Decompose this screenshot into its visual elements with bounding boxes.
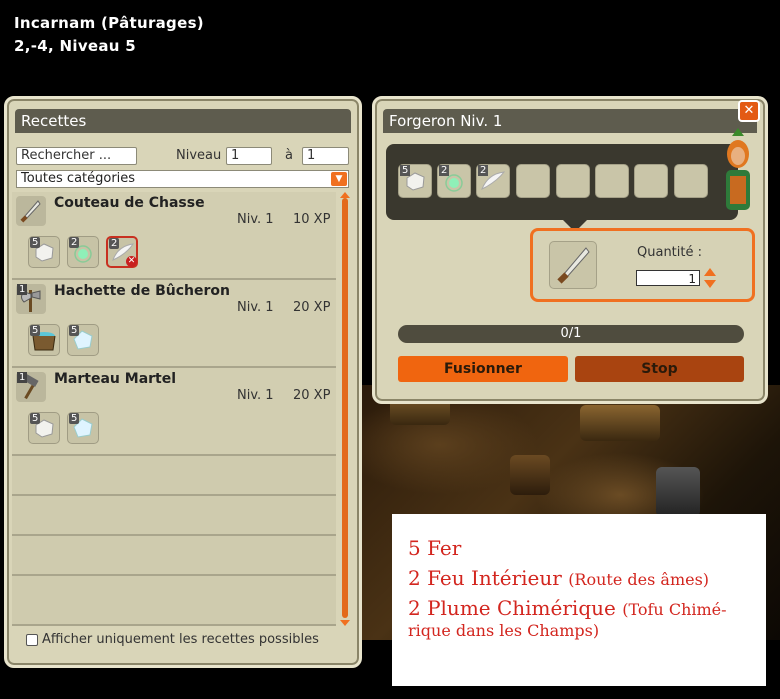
- ingredient-slot[interactable]: 5: [67, 324, 99, 356]
- craft-slot-empty[interactable]: [556, 164, 590, 198]
- recipe-xp: 10 XP: [293, 212, 331, 227]
- chevron-down-icon[interactable]: ▼: [331, 172, 347, 186]
- recipe-name: Marteau Martel: [54, 371, 177, 387]
- recipe-level: Niv. 1: [237, 300, 274, 315]
- scrollbar-thumb[interactable]: [342, 198, 348, 618]
- recipe-xp: 20 XP: [293, 300, 331, 315]
- recipes-title: Recettes: [15, 109, 351, 133]
- level-to-label: à: [285, 148, 293, 163]
- ingredient-qty: 2: [109, 238, 120, 249]
- recipe-item[interactable]: 1 Marteau Martel Niv. 1 20 XP 5 5: [12, 368, 336, 456]
- dagger-icon: [557, 247, 590, 284]
- map-coordinates-level: 2,-4, Niveau 5: [14, 37, 137, 55]
- level-min-input[interactable]: 1: [226, 147, 272, 165]
- ingredient-qty: 5: [30, 237, 41, 248]
- only-possible-checkbox[interactable]: [26, 634, 38, 646]
- quantity-input[interactable]: 1: [636, 270, 700, 286]
- hammer-icon: 1: [16, 372, 46, 402]
- craft-slot[interactable]: 5: [398, 164, 432, 198]
- ingredient-slot[interactable]: 5: [28, 236, 60, 268]
- note-line: rique dans les Champs): [408, 621, 600, 640]
- recipe-item[interactable]: Couteau de Chasse Niv. 1 10 XP 5 2 2 ✕: [12, 192, 336, 280]
- recipe-level: Niv. 1: [237, 388, 274, 403]
- category-select-value: Toutes catégories: [21, 171, 136, 186]
- empty-row: [12, 576, 336, 626]
- quantity-stepper[interactable]: [703, 266, 717, 290]
- recipe-name: Couteau de Chasse: [54, 195, 205, 211]
- craft-slot-empty[interactable]: [634, 164, 668, 198]
- map-location-name: Incarnam (Pâturages): [14, 14, 204, 32]
- level-label: Niveau: [176, 148, 222, 163]
- crafting-title: Forgeron Niv. 1: [383, 109, 757, 133]
- hatchet-icon: 1: [16, 284, 46, 314]
- recipe-level: Niv. 1: [237, 212, 274, 227]
- recipe-xp: 20 XP: [293, 388, 331, 403]
- recipe-name: Hachette de Bûcheron: [54, 283, 230, 299]
- note-line: 2 Feu Intérieur (Route des âmes): [408, 566, 710, 590]
- craft-slot-empty[interactable]: [516, 164, 550, 198]
- recipe-list-scrollbar[interactable]: [340, 192, 350, 626]
- ingredient-qty: 5: [30, 413, 41, 424]
- stop-button[interactable]: Stop: [575, 356, 744, 382]
- scroll-down-icon[interactable]: [340, 620, 350, 626]
- close-button[interactable]: ✕: [738, 100, 760, 122]
- craft-slot[interactable]: 2: [437, 164, 471, 198]
- ingredients-note: 5 Fer 2 Feu Intérieur (Route des âmes) 2…: [392, 514, 766, 686]
- ingredient-qty: 5: [69, 413, 80, 424]
- result-slot[interactable]: [549, 241, 597, 289]
- fuse-button[interactable]: Fusionner: [398, 356, 568, 382]
- progress-text: 0/1: [560, 326, 582, 341]
- recipe-list[interactable]: Couteau de Chasse Niv. 1 10 XP 5 2 2 ✕ 1…: [12, 192, 336, 626]
- craft-slot[interactable]: 2: [476, 164, 510, 198]
- ingredient-slot-missing[interactable]: 2 ✕: [106, 236, 138, 268]
- only-possible-label: Afficher uniquement les recettes possibl…: [42, 632, 319, 647]
- missing-x-icon: ✕: [126, 256, 137, 267]
- ingredient-qty: 2: [69, 237, 80, 248]
- level-max-input[interactable]: 1: [302, 147, 349, 165]
- ingredient-slot[interactable]: 2: [67, 236, 99, 268]
- empty-row: [12, 496, 336, 536]
- craft-progress-bar: 0/1: [398, 325, 744, 343]
- ingredient-qty: 5: [69, 325, 80, 336]
- recipe-item[interactable]: 1 Hachette de Bûcheron Niv. 1 20 XP 5 5: [12, 280, 336, 368]
- empty-row: [12, 456, 336, 496]
- blacksmith-portrait: [718, 128, 758, 220]
- ingredient-slot[interactable]: 5: [28, 324, 60, 356]
- dagger-icon: [16, 196, 46, 226]
- note-line: 5 Fer: [408, 536, 462, 560]
- craft-slot-empty[interactable]: [674, 164, 708, 198]
- result-box: Quantité :: [530, 228, 755, 302]
- ingredient-slot[interactable]: 5: [67, 412, 99, 444]
- quantity-label: Quantité :: [637, 245, 702, 260]
- empty-row: [12, 536, 336, 576]
- note-line: 2 Plume Chimérique (Tofu Chimé-: [408, 596, 727, 620]
- craft-slot-empty[interactable]: [595, 164, 629, 198]
- ingredient-slot[interactable]: 5: [28, 412, 60, 444]
- ingredient-qty: 5: [30, 325, 41, 336]
- category-select[interactable]: Toutes catégories ▼: [16, 170, 349, 188]
- recipe-search-input[interactable]: Rechercher ...: [16, 147, 137, 165]
